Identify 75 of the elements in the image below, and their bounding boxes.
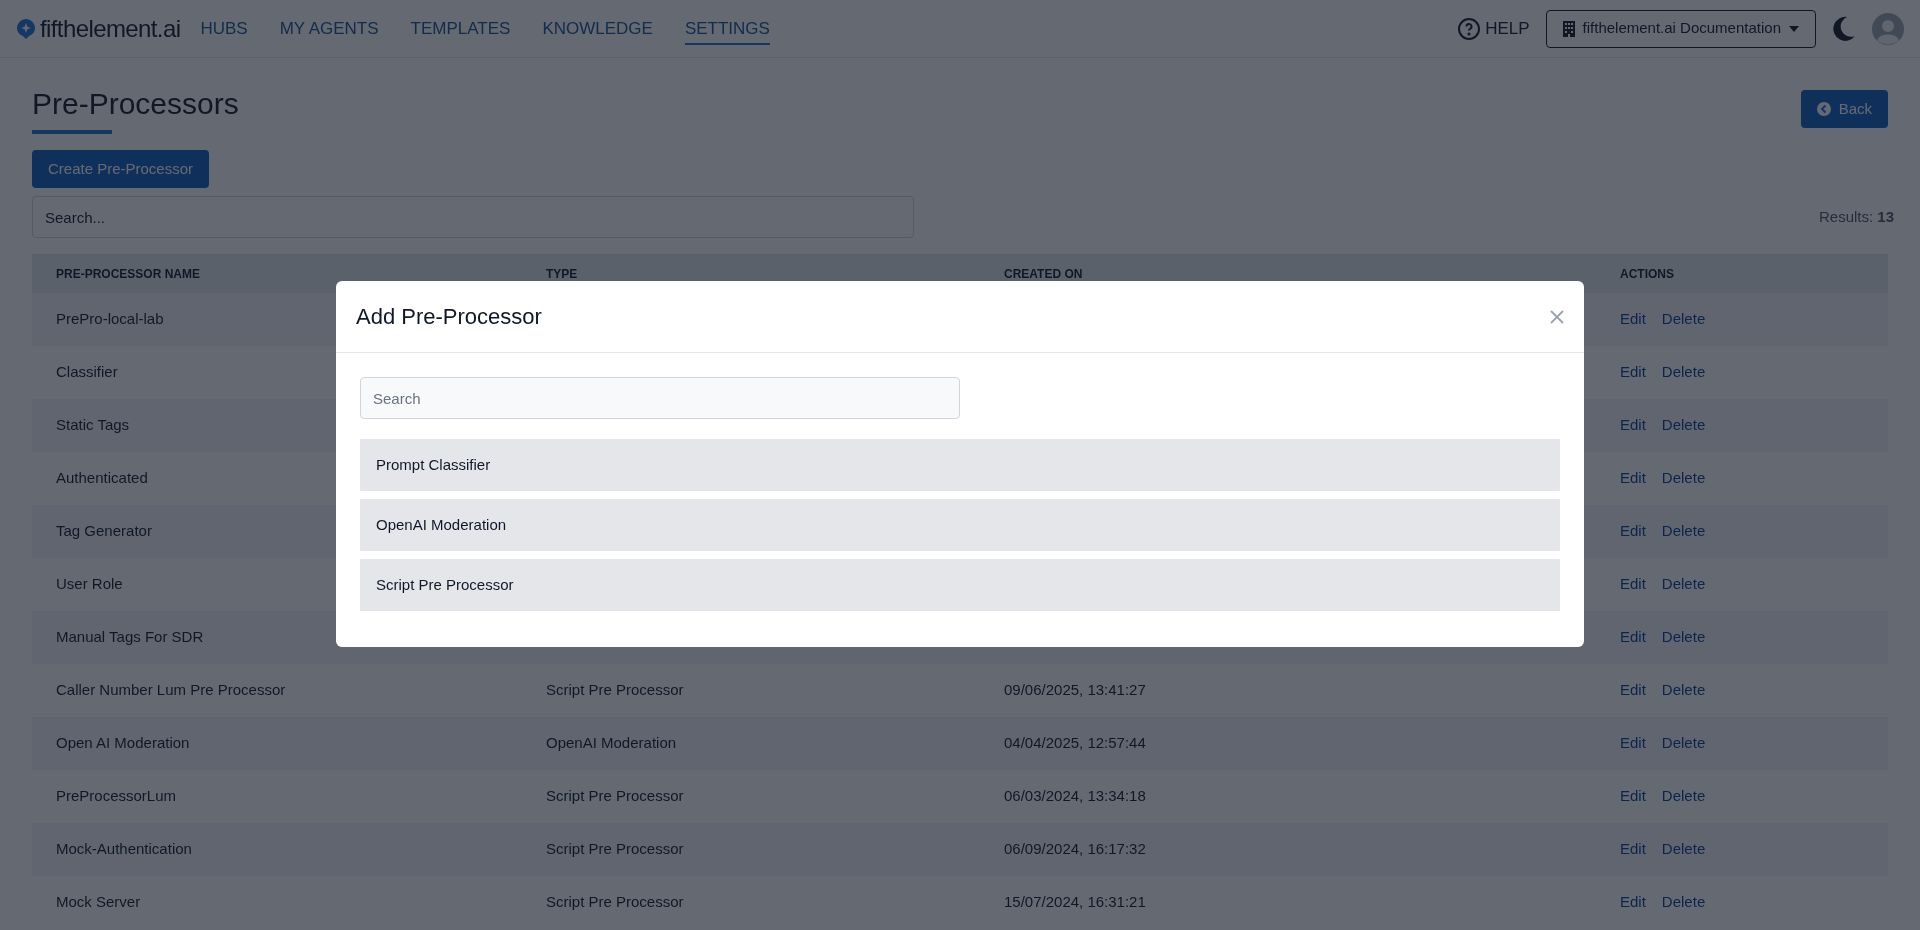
table-cell: Classifier xyxy=(56,363,118,381)
delete-link[interactable]: Delete xyxy=(1661,520,1706,543)
table-cell: 04/04/2025, 12:57:44 xyxy=(1004,734,1146,752)
delete-link[interactable]: Delete xyxy=(1661,573,1706,596)
delete-link[interactable]: Delete xyxy=(1661,732,1706,755)
nav-tab[interactable]: SETTINGS xyxy=(684,15,770,46)
table-cell: Manual Tags For SDR xyxy=(56,628,204,646)
table-cell: Authenticated xyxy=(56,469,148,487)
table-cell: Mock Server xyxy=(56,893,141,911)
column-header: CREATED ON xyxy=(1004,266,1083,281)
delete-link[interactable]: Delete xyxy=(1661,891,1706,914)
search-field[interactable]: Search... xyxy=(32,196,914,238)
option-item[interactable]: Script Pre Processor xyxy=(360,559,1560,611)
table-cell: Script Pre Processor xyxy=(546,787,684,805)
close-icon[interactable] xyxy=(1550,309,1564,324)
edit-link[interactable]: Edit xyxy=(1620,679,1646,702)
help-link[interactable]: HELP xyxy=(1485,15,1530,42)
help-icon[interactable] xyxy=(1457,16,1482,41)
option-item[interactable]: Prompt Classifier xyxy=(360,439,1560,491)
modal-search-field[interactable]: Search xyxy=(360,377,960,419)
table-cell: 15/07/2024, 16:31:21 xyxy=(1004,893,1146,911)
nav-tab[interactable]: KNOWLEDGE xyxy=(542,15,653,46)
table-cell: Script Pre Processor xyxy=(546,840,684,858)
edit-link[interactable]: Edit xyxy=(1620,520,1646,543)
arrow-left-circle-icon xyxy=(1816,102,1831,116)
page-title: Pre-Processors xyxy=(32,86,239,122)
delete-link[interactable]: Delete xyxy=(1661,414,1706,437)
nav-tab[interactable]: TEMPLATES xyxy=(410,15,511,46)
table-cell: Mock-Authentication xyxy=(56,840,192,858)
table-cell: 06/09/2024, 16:17:32 xyxy=(1004,840,1146,858)
edit-link[interactable]: Edit xyxy=(1620,414,1646,437)
delete-link[interactable]: Delete xyxy=(1661,361,1706,384)
moon-icon[interactable] xyxy=(1832,15,1856,42)
delete-link[interactable]: Delete xyxy=(1661,785,1706,808)
edit-link[interactable]: Edit xyxy=(1620,732,1646,755)
caret-icon xyxy=(1789,25,1799,32)
table-cell: OpenAI Moderation xyxy=(546,734,677,752)
building-icon xyxy=(1562,20,1575,37)
results-count: Results: 13 xyxy=(1818,206,1894,227)
nav-tab[interactable]: MY AGENTS xyxy=(279,15,379,46)
table-cell: 06/03/2024, 13:34:18 xyxy=(1004,787,1146,805)
delete-link[interactable]: Delete xyxy=(1661,467,1706,490)
table-cell: PreProcessorLum xyxy=(56,787,177,805)
edit-link[interactable]: Edit xyxy=(1620,626,1646,649)
table-cell: Static Tags xyxy=(56,416,130,434)
table-cell: Open AI Moderation xyxy=(56,734,190,752)
edit-link[interactable]: Edit xyxy=(1620,467,1646,490)
edit-link[interactable]: Edit xyxy=(1620,785,1646,808)
table-cell: Script Pre Processor xyxy=(546,681,684,699)
table-cell: PrePro-local-lab xyxy=(56,310,164,328)
logo-icon xyxy=(16,17,36,40)
edit-link[interactable]: Edit xyxy=(1620,573,1646,596)
workspace-dropdown[interactable]: fifthelement.ai Documentation xyxy=(1545,9,1816,48)
table-cell: Tag Generator xyxy=(56,522,152,540)
create-button[interactable]: Create Pre-Processor xyxy=(32,150,210,188)
edit-link[interactable]: Edit xyxy=(1620,891,1646,914)
delete-link[interactable]: Delete xyxy=(1661,679,1706,702)
modal-title: Add Pre-Processor xyxy=(356,303,542,331)
table-cell: Script Pre Processor xyxy=(546,893,684,911)
back-button[interactable]: Back xyxy=(1800,90,1888,128)
edit-link[interactable]: Edit xyxy=(1620,361,1646,384)
column-header: TYPE xyxy=(546,266,578,281)
nav-tab[interactable]: HUBS xyxy=(200,15,248,46)
table-cell: User Role xyxy=(56,575,123,593)
option-item[interactable]: OpenAI Moderation xyxy=(360,499,1560,551)
edit-link[interactable]: Edit xyxy=(1620,838,1646,861)
column-header: PRE-PROCESSOR NAME xyxy=(56,266,201,281)
brand-name: fifthelement.ai xyxy=(40,13,181,44)
delete-link[interactable]: Delete xyxy=(1661,626,1706,649)
delete-link[interactable]: Delete xyxy=(1661,308,1706,331)
table-cell: 09/06/2025, 13:41:27 xyxy=(1004,681,1146,699)
table-cell: Caller Number Lum Pre Processor xyxy=(56,681,286,699)
edit-link[interactable]: Edit xyxy=(1620,308,1646,331)
delete-link[interactable]: Delete xyxy=(1661,838,1706,861)
column-header: ACTIONS xyxy=(1620,266,1674,281)
